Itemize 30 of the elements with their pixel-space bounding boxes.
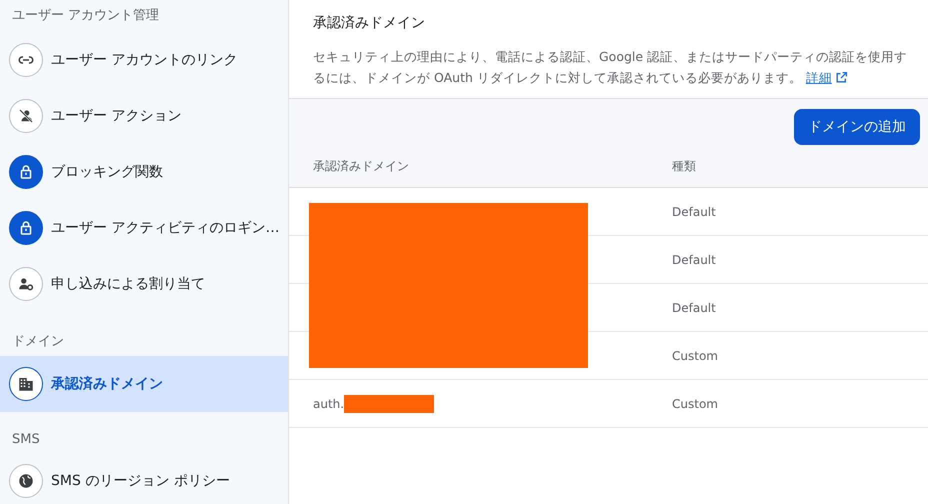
section-heading: ユーザー アカウント管理 (11, 7, 160, 25)
sidebar-item[interactable]: SMS のリージョン ポリシー (0, 453, 288, 504)
page-title: 承認済みドメイン (313, 14, 426, 32)
description-text: セキュリティ上の理由により、電話による認証、Google 認証、またはサードパーティの認証を使用するには、ドメインが OAuth リダイレクトに対して承認されている必要があります。 詳細 (313, 48, 908, 87)
details-link[interactable]: 詳細 (806, 70, 848, 85)
table-cell: Default (672, 204, 716, 218)
add-domain-button[interactable]: ドメインの追加 (794, 109, 920, 145)
column-header: 承認済みドメイン (312, 158, 410, 174)
link-icon (9, 43, 43, 77)
lock-icon (9, 155, 43, 189)
building-icon (9, 367, 43, 401)
table-cell: Default (672, 252, 716, 266)
section-heading: SMS (11, 431, 41, 449)
sidebar-item[interactable]: 申し込みによる割り当て (0, 256, 288, 312)
user-off-icon (9, 99, 43, 133)
sidebar-item[interactable]: ブロッキング関数 (0, 144, 288, 200)
lock-icon (9, 211, 43, 245)
table-cell: Custom (672, 396, 718, 410)
table-cell: Default (672, 300, 716, 314)
section-heading: ドメイン (11, 333, 65, 351)
table-cell: auth. (313, 396, 344, 410)
column-header: 種類 (672, 158, 696, 174)
external-link-icon (834, 71, 848, 84)
sidebar-item[interactable]: ユーザー アカウントのリンク (0, 32, 288, 88)
sidebar-item[interactable]: ユーザー アクション (0, 88, 288, 144)
user-gear-icon (9, 267, 43, 301)
sidebar-item[interactable]: ユーザー アクティビティのロギン… (0, 200, 288, 256)
sidebar-item[interactable]: 承認済みドメイン (0, 356, 288, 412)
table-cell: Custom (672, 348, 718, 362)
globe-icon (9, 464, 43, 498)
